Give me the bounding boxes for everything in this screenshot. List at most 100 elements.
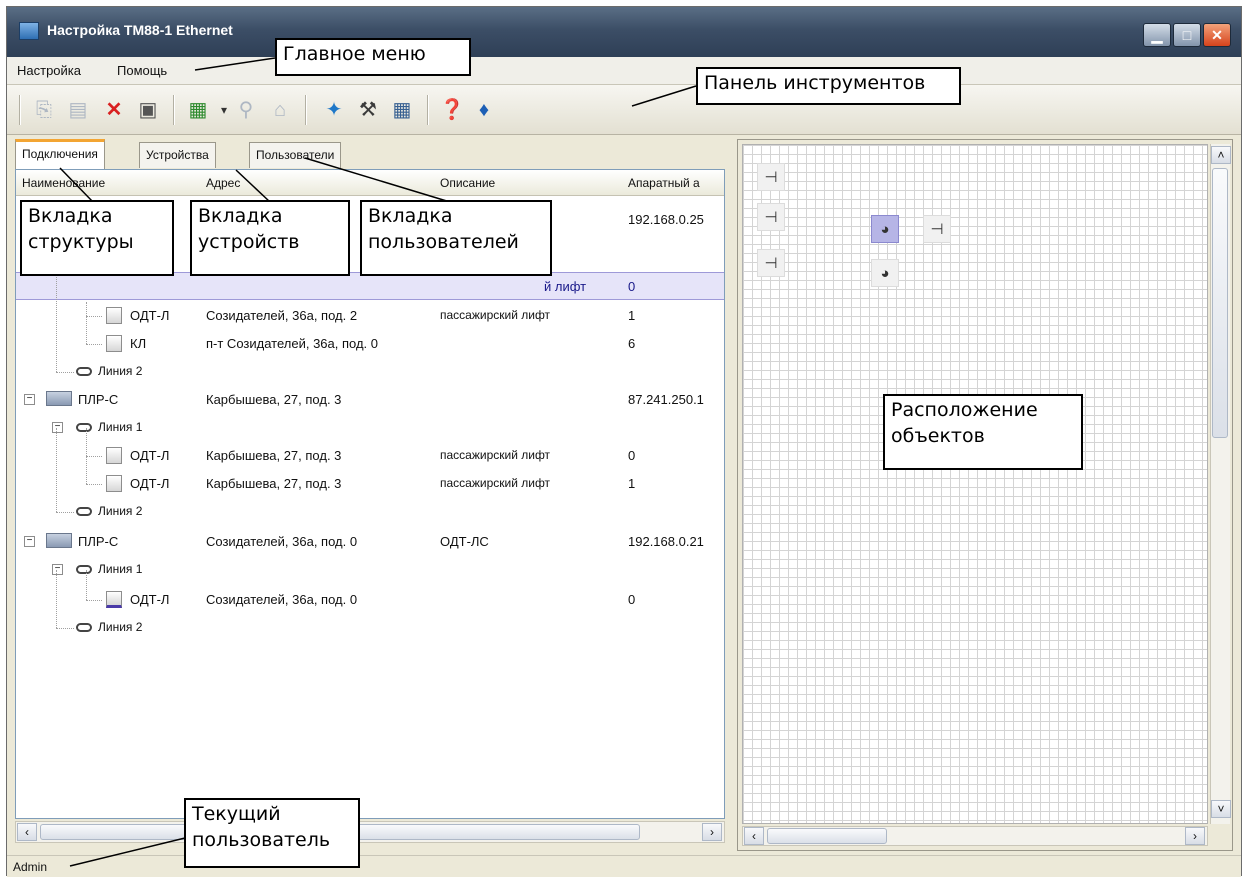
toolbar-separator	[427, 95, 429, 125]
column-name[interactable]: Наименование	[22, 176, 105, 190]
table-row[interactable]: ОДТ-Л Карбышева, 27, под. 3 пассажирский…	[16, 470, 724, 498]
table-row[interactable]: Линия 2	[16, 358, 724, 386]
pin-icon[interactable]: ⊣	[923, 215, 951, 243]
stamp-icon[interactable]: ⌂	[267, 97, 293, 123]
table-row[interactable]: ОДТ-Л Карбышева, 27, под. 3 пассажирский…	[16, 442, 724, 470]
line-icon	[76, 565, 92, 574]
cell-hw: 0	[628, 592, 636, 607]
tab-devices[interactable]: Устройства	[139, 142, 216, 168]
cell-name: ОДТ-Л	[130, 476, 170, 491]
cell-description: пассажирский лифт	[440, 308, 551, 322]
table-row[interactable]: − Линия 1	[16, 556, 724, 584]
tab-users[interactable]: Пользователи	[249, 142, 342, 168]
objects-layout-pane: ⊣ ⊣ ⊣ ◕ ⊣ ◕ ˄ ˅ ‹ ›	[737, 139, 1233, 851]
callout-objects-layout: Расположение объектов	[883, 394, 1083, 470]
app-icon	[19, 22, 39, 40]
cell-hw: 1	[628, 476, 636, 491]
cell-description: пассажирский лифт	[440, 476, 551, 490]
column-hw-address[interactable]: Апаратный а	[628, 176, 700, 190]
close-button[interactable]: ✕	[1203, 23, 1231, 47]
cell-name: ОДТ-Л	[130, 592, 170, 607]
controller-icon	[46, 533, 72, 548]
device-icon	[106, 447, 122, 464]
window-title: Настройка ТМ88-1 Ethernet	[47, 22, 233, 38]
pin-icon[interactable]: ⊣	[757, 163, 785, 191]
scroll-left-icon[interactable]: ‹	[744, 827, 764, 845]
cell-hw: 0	[628, 448, 636, 463]
scroll-thumb[interactable]	[1212, 168, 1228, 438]
help-icon[interactable]: ❓	[439, 97, 465, 123]
maximize-button[interactable]: □	[1173, 23, 1201, 47]
scroll-right-icon[interactable]: ›	[702, 823, 722, 841]
lift-device-icon[interactable]: ◕	[871, 259, 899, 287]
cell-hw: 192.168.0.25	[628, 212, 704, 227]
cell-name: КЛ	[130, 336, 147, 351]
delete-icon[interactable]: ✕	[101, 97, 127, 123]
paste-icon[interactable]: ▤	[65, 97, 91, 123]
line-icon	[76, 507, 92, 516]
menu-settings[interactable]: Настройка	[15, 63, 83, 78]
line-icon	[76, 423, 92, 432]
cell-description: ОДТ-ЛС	[440, 534, 489, 549]
filter-icon[interactable]: ⚲	[233, 97, 259, 123]
horizontal-scrollbar[interactable]: ‹ ›	[742, 826, 1208, 846]
table-row[interactable]: − ПЛР-С Созидателей, 36а, под. 0 ОДТ-ЛС …	[16, 528, 724, 556]
pin-icon[interactable]: ⊣	[757, 203, 785, 231]
tools-icon[interactable]: ⚒	[355, 97, 381, 123]
column-description[interactable]: Описание	[440, 176, 495, 190]
device-icon[interactable]: ▦	[185, 97, 211, 123]
table-row[interactable]: КЛ п-т Созидателей, 36а, под. 0 6	[16, 330, 724, 358]
collapse-icon[interactable]: −	[24, 536, 35, 547]
about-icon[interactable]: ♦	[471, 97, 497, 123]
collapse-icon[interactable]: −	[52, 422, 63, 433]
cell-hw: 6	[628, 336, 636, 351]
device-icon	[106, 475, 122, 492]
callout-main-menu: Главное меню	[275, 38, 471, 76]
tab-connections[interactable]: Подключения	[15, 139, 105, 169]
scroll-thumb[interactable]	[767, 828, 887, 844]
cell-hw: 192.168.0.21	[628, 534, 704, 549]
cell-name: ПЛР-С	[78, 534, 119, 549]
scroll-up-icon[interactable]: ˄	[1211, 146, 1231, 164]
connect-icon[interactable]: ✦	[321, 97, 347, 123]
properties-icon[interactable]: ▣	[135, 97, 161, 123]
cell-name: ПЛР-С	[78, 392, 119, 407]
pin-icon[interactable]: ⊣	[757, 249, 785, 277]
scroll-down-icon[interactable]: ˅	[1211, 800, 1231, 818]
table-row-selected[interactable]: й лифт 0	[16, 272, 724, 300]
scroll-right-icon[interactable]: ›	[1185, 827, 1205, 845]
menu-help[interactable]: Помощь	[115, 63, 169, 78]
current-user-label: Admin	[13, 860, 48, 874]
table-row[interactable]: − Линия 1	[16, 414, 724, 442]
layout-grid[interactable]: ⊣ ⊣ ⊣ ◕ ⊣ ◕	[742, 144, 1208, 824]
table-icon[interactable]: ▦	[389, 97, 415, 123]
cell-hw: 1	[628, 308, 636, 323]
table-row[interactable]: ОДТ-Л Созидателей, 36а, под. 2 пассажирс…	[16, 302, 724, 330]
table-row[interactable]: Линия 2	[16, 498, 724, 526]
line-icon	[76, 623, 92, 632]
cell-hw: 87.241.250.1	[628, 392, 704, 407]
minimize-button[interactable]: ▁	[1143, 23, 1171, 47]
list-header: Наименование Адрес Описание Апаратный а	[16, 170, 724, 196]
callout-current-user: Текущий пользователь	[184, 798, 360, 868]
vertical-scrollbar[interactable]: ˄ ˅	[1210, 144, 1231, 824]
column-address[interactable]: Адрес	[206, 176, 240, 190]
cell-name: Линия 2	[98, 620, 143, 634]
cell-name: Линия 2	[98, 504, 143, 518]
lift-device-icon[interactable]: ◕	[871, 215, 899, 243]
table-row[interactable]: − ПЛР-С Карбышева, 27, под. 3 87.241.250…	[16, 386, 724, 414]
cell-description: пассажирский лифт	[440, 448, 551, 462]
table-row[interactable]: ОДТ-Л Созидателей, 36а, под. 0 0	[16, 586, 724, 614]
horizontal-scrollbar[interactable]: ‹ ›	[15, 821, 725, 843]
callout-users-tab: Вкладка пользователей	[360, 200, 552, 276]
cell-address: Карбышева, 27, под. 3	[206, 392, 342, 407]
collapse-icon[interactable]: −	[52, 564, 63, 575]
cell-name: Линия 1	[98, 562, 143, 576]
table-row[interactable]: Линия 2	[16, 614, 724, 642]
collapse-icon[interactable]: −	[24, 394, 35, 405]
scroll-left-icon[interactable]: ‹	[17, 823, 37, 841]
callout-structure-tab: Вкладка структуры	[20, 200, 174, 276]
cell-address: Созидателей, 36а, под. 0	[206, 534, 358, 549]
cell-name: Линия 1	[98, 420, 143, 434]
copy-icon[interactable]: ⎘	[31, 97, 57, 123]
